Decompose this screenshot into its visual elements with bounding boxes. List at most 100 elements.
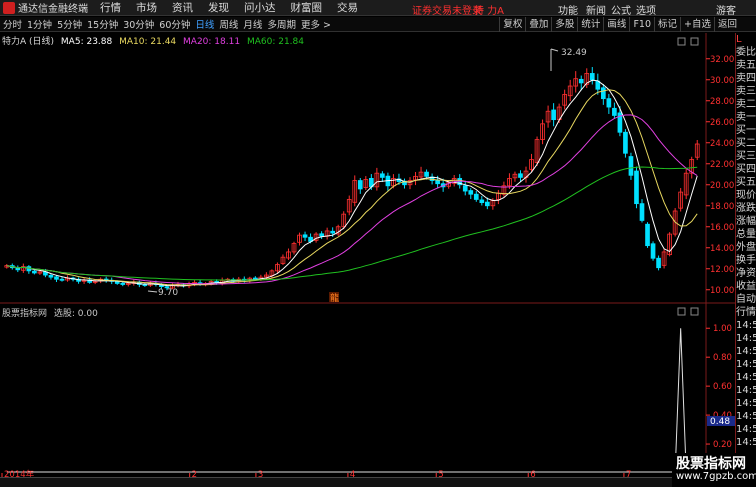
menu-news[interactable]: 资讯 bbox=[172, 0, 193, 15]
indicator-legend: 股票指标网 选股: 0.00 bbox=[2, 306, 98, 319]
ind-maximize-icon[interactable] bbox=[690, 307, 699, 316]
guest-label[interactable]: 游客 bbox=[716, 2, 736, 17]
indicator-current-value: 0.48 bbox=[710, 417, 730, 427]
indicator-value: 选股: 0.00 bbox=[53, 309, 98, 319]
candle-body bbox=[15, 267, 21, 271]
side-panel-item[interactable]: 卖三 bbox=[736, 85, 756, 98]
menu-wealth[interactable]: 财富圈 bbox=[291, 0, 323, 15]
side-panel-item[interactable]: 委比 bbox=[736, 46, 756, 59]
period-timeshare[interactable]: 分时 bbox=[3, 17, 22, 31]
side-panel-item[interactable]: 14:5 bbox=[736, 410, 756, 423]
ma20-label: MA20: 18.11 bbox=[183, 37, 241, 47]
side-panel-item[interactable]: 收益 bbox=[736, 280, 756, 293]
side-panel-item[interactable]: 14:5 bbox=[736, 436, 756, 449]
app-logo-icon bbox=[3, 1, 15, 14]
price-axis: 32.00 30.00 28.00 26.00 24.00 22.00 20.00 18.00… bbox=[706, 55, 734, 296]
ma-lines bbox=[6, 79, 698, 287]
menu-discover[interactable]: 发现 bbox=[208, 0, 229, 15]
price-tick-label: 10.00 bbox=[710, 286, 734, 296]
candle-body bbox=[612, 107, 617, 116]
menu-market-quotes[interactable]: 行情 bbox=[100, 0, 121, 15]
add-watchlist-button[interactable]: +自选 bbox=[680, 17, 714, 32]
multi-stock-button[interactable]: 多股 bbox=[551, 17, 577, 32]
side-panel-item[interactable]: 换手 bbox=[736, 254, 756, 267]
menu-trade[interactable]: 交易 bbox=[337, 0, 358, 15]
price-tick-label: 18.00 bbox=[710, 202, 734, 212]
chart-title: 特力A (日线) bbox=[2, 37, 55, 47]
bottom-bar bbox=[0, 477, 756, 487]
features-menu[interactable]: 功能 bbox=[558, 2, 578, 17]
quote-side-panel: L 委比 卖五 卖四 卖三 卖二 卖一 买一 买二 买三 买四 买五 现价 涨跌 涨幅 总量 外盘 换手 净资 收益自… bbox=[735, 33, 756, 477]
ma-legend: 特力A (日线) MA5: 23.88 MA10: 21.44 MA20: 18… bbox=[2, 34, 308, 47]
side-panel-item[interactable]: 自动 bbox=[736, 293, 756, 306]
rights-adjust-button[interactable]: 复权 bbox=[499, 17, 525, 32]
side-panel-item[interactable]: 卖五 bbox=[736, 59, 756, 72]
side-panel-item[interactable]: 买三 bbox=[736, 150, 756, 163]
indicator-tick-label: 0.20 bbox=[713, 440, 732, 450]
overlay-button[interactable]: 叠加 bbox=[525, 17, 551, 32]
side-panel-item[interactable]: 14:5 bbox=[736, 332, 756, 345]
mark-button[interactable]: 标记 bbox=[654, 17, 680, 32]
ma60-line bbox=[6, 166, 698, 281]
side-panel-item[interactable]: 现价 bbox=[736, 189, 756, 202]
side-panel-item[interactable]: 卖二 bbox=[736, 98, 756, 111]
candle-body bbox=[650, 243, 656, 259]
ind-restore-icon[interactable] bbox=[677, 307, 686, 316]
side-panel-item[interactable]: 行情 bbox=[736, 306, 756, 319]
pane-restore-icon[interactable] bbox=[677, 37, 686, 46]
side-panel-item[interactable]: 买二 bbox=[736, 137, 756, 150]
login-warning[interactable]: 证券交易未登录 bbox=[412, 2, 482, 17]
side-panel-item[interactable]: 买五 bbox=[736, 176, 756, 189]
side-panel-item[interactable]: 涨幅 bbox=[736, 215, 756, 228]
indicator-axis: 1.000.800.600.400.20 bbox=[706, 324, 732, 450]
high-price-label: 32.49 bbox=[561, 48, 587, 58]
period-30min[interactable]: 30分钟 bbox=[123, 17, 154, 31]
side-panel-item[interactable]: 14:5 bbox=[736, 358, 756, 371]
side-panel-item[interactable]: 14:5 bbox=[736, 397, 756, 410]
f10-button[interactable]: F10 bbox=[629, 17, 654, 32]
side-panel-item[interactable]: 涨跌 bbox=[736, 202, 756, 215]
options-menu[interactable]: 选项 bbox=[636, 2, 656, 17]
side-panel-item[interactable]: 14:5 bbox=[736, 371, 756, 384]
side-panel-item[interactable]: L bbox=[736, 33, 756, 46]
side-panel-item[interactable]: 买四 bbox=[736, 163, 756, 176]
menu-market[interactable]: 市场 bbox=[136, 0, 157, 15]
time-tick-label: 7 bbox=[626, 470, 631, 477]
back-button[interactable]: 返回 bbox=[713, 17, 740, 32]
period-60min[interactable]: 60分钟 bbox=[159, 17, 190, 31]
period-1min[interactable]: 1分钟 bbox=[27, 17, 52, 31]
side-panel-item[interactable]: 14:5 bbox=[736, 423, 756, 436]
menu-bar: 通达信金融终端 行情 市场 资讯 发现 问小达 财富圈 交易 证券交易未登录 特… bbox=[0, 0, 756, 17]
price-tick-label: 20.00 bbox=[710, 181, 734, 191]
pane-maximize-icon[interactable] bbox=[690, 37, 699, 46]
period-more[interactable]: 更多 > bbox=[301, 17, 331, 31]
draw-line-button[interactable]: 画线 bbox=[603, 17, 629, 32]
side-panel-item[interactable]: 买一 bbox=[736, 124, 756, 137]
formula-menu[interactable]: 公式 bbox=[611, 2, 631, 17]
candle-body bbox=[120, 282, 126, 285]
period-weekly[interactable]: 周线 bbox=[219, 17, 238, 31]
period-monthly[interactable]: 月线 bbox=[243, 17, 262, 31]
kline-chart[interactable]: 32.00 30.00 28.00 26.00 24.00 22.00 20.00 18.00… bbox=[0, 33, 735, 477]
candle-body bbox=[551, 109, 556, 121]
side-panel-item[interactable]: 净资 bbox=[736, 267, 756, 280]
side-panel-item[interactable]: 14:5 bbox=[736, 319, 756, 332]
side-panel-item[interactable]: 卖四 bbox=[736, 72, 756, 85]
candle-body bbox=[518, 173, 523, 178]
low-pointer bbox=[147, 290, 158, 293]
period-daily[interactable]: 日线 bbox=[195, 17, 214, 31]
period-15min[interactable]: 15分钟 bbox=[87, 17, 118, 31]
stats-button[interactable]: 统计 bbox=[577, 17, 603, 32]
side-panel-item[interactable]: 卖一 bbox=[736, 111, 756, 124]
dragon-tag: 龍 bbox=[330, 292, 339, 304]
price-tick-label: 16.00 bbox=[710, 223, 734, 233]
side-panel-item[interactable]: 外盘 bbox=[736, 241, 756, 254]
menu-ask[interactable]: 问小达 bbox=[244, 0, 276, 15]
side-panel-item[interactable]: 总量 bbox=[736, 228, 756, 241]
news-menu[interactable]: 新闻 bbox=[586, 2, 606, 17]
side-panel-item[interactable]: 14:5 bbox=[736, 345, 756, 358]
period-5min[interactable]: 5分钟 bbox=[57, 17, 82, 31]
side-panel-item[interactable]: 14:5 bbox=[736, 384, 756, 397]
period-multi[interactable]: 多周期 bbox=[267, 17, 296, 31]
low-price-label: 9.70 bbox=[158, 288, 178, 298]
